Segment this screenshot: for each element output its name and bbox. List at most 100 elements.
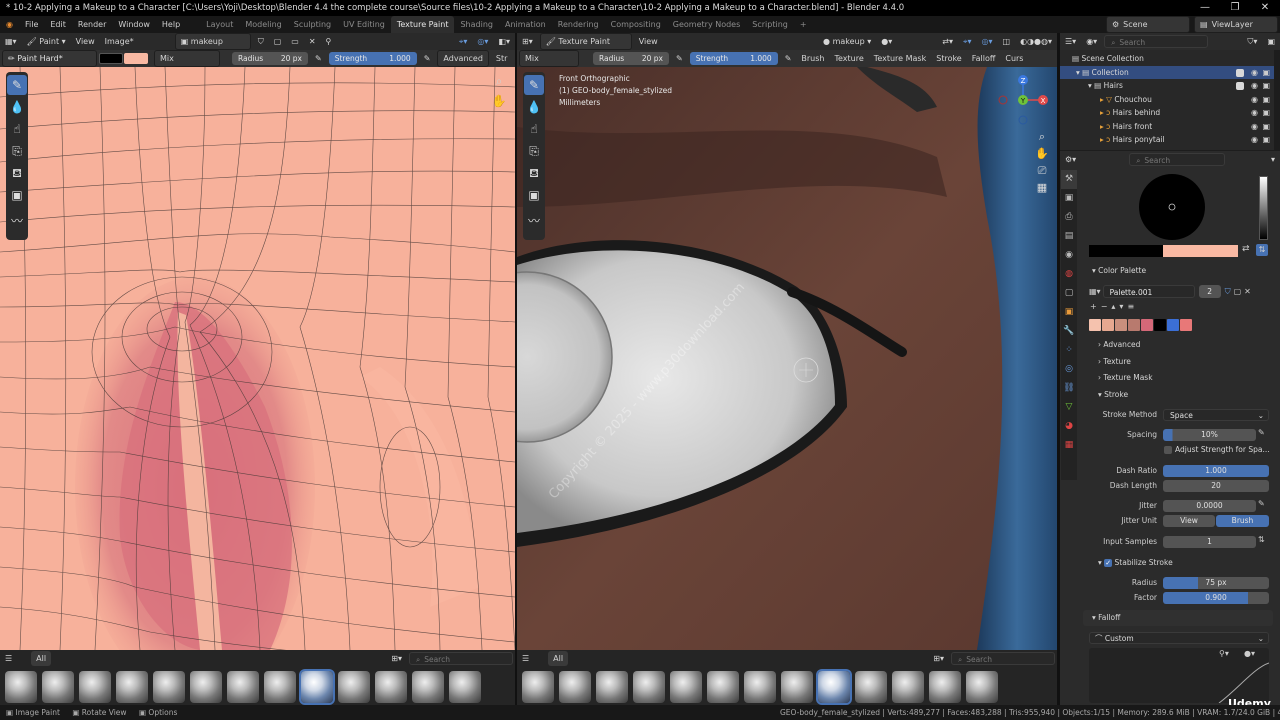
vp-brush-thumb-10[interactable]	[854, 671, 887, 703]
collection-tab-icon[interactable]: ▢	[1061, 284, 1077, 303]
vp-soften-tool-icon[interactable]: 💧	[524, 97, 544, 117]
visibility-eye-icon[interactable]: ◉	[1251, 120, 1258, 134]
properties-type-icon[interactable]: ⚙▾	[1060, 152, 1081, 167]
viewport-falloff-menu[interactable]: Falloff	[967, 51, 1001, 66]
stabilize-stroke-panel-header[interactable]: ▾ ✓ Stabilize Stroke	[1098, 556, 1173, 570]
pin-icon[interactable]: ⚲	[321, 34, 337, 49]
shading-modes-icon[interactable]: ◐◑●◍▾	[1015, 34, 1057, 49]
palette-swatch-8[interactable]	[1180, 319, 1192, 331]
input-samples-icon[interactable]: ⇅	[1258, 535, 1265, 544]
new-collection-icon[interactable]: ▣	[1262, 34, 1280, 49]
shelf-menu-icon[interactable]: ☰	[0, 651, 17, 666]
view-layer-tab-icon[interactable]: ▤	[1061, 227, 1077, 246]
workspace-tab-compositing[interactable]: Compositing	[605, 16, 667, 33]
disclosure-icon[interactable]: ▾ ▤	[1088, 81, 1104, 90]
display-channels-icon[interactable]: ◧▾	[493, 34, 515, 49]
stroke-method-dropdown[interactable]: Space ⌄	[1163, 409, 1269, 421]
open-image-icon[interactable]: ▭	[286, 34, 304, 49]
vp-brush-thumb-6[interactable]	[706, 671, 739, 703]
curve-handle-icon[interactable]: ●▾	[1244, 649, 1255, 658]
viewport-editor-type-icon[interactable]: ⊞▾	[517, 34, 538, 49]
scene-tab-icon[interactable]: ◉	[1061, 246, 1077, 265]
shelf-display-icon[interactable]: ⊞▾	[386, 651, 407, 666]
brush-selector[interactable]: ✏ Paint Hard*	[2, 50, 97, 67]
stabilize-radius-field[interactable]: 75 px	[1163, 577, 1269, 589]
vp-shelf-display-icon[interactable]: ⊞▾	[928, 651, 949, 666]
vp-smear-tool-icon[interactable]: ☝	[524, 119, 544, 139]
viewport-view-menu[interactable]: View	[634, 34, 663, 49]
stabilize-checkbox[interactable]: ✓	[1104, 559, 1113, 567]
viewport-texture-menu[interactable]: Texture	[830, 51, 869, 66]
stroke-dropdown[interactable]: Str	[491, 51, 513, 66]
viewport-strength-field[interactable]: Strength 1.000	[689, 52, 778, 65]
primary-color-swatch[interactable]	[99, 53, 123, 64]
brush-thumb-8[interactable]	[263, 671, 296, 703]
render-camera-icon[interactable]: ▣	[1262, 133, 1270, 147]
palette-swatch-3[interactable]	[1115, 319, 1127, 331]
render-camera-icon[interactable]: ▣	[1262, 79, 1270, 93]
advanced-dropdown[interactable]: Advanced	[437, 50, 489, 67]
jitter-unit-brush-button[interactable]: Brush	[1216, 515, 1269, 527]
vp-shelf-search[interactable]: ⌕ Search	[951, 652, 1055, 665]
palette-unlink-icon[interactable]: ✕	[1244, 287, 1251, 296]
data-tab-icon[interactable]: ▽	[1061, 398, 1077, 417]
falloff-panel-header[interactable]: ▾ Falloff	[1092, 611, 1120, 625]
palette-swatch-5[interactable]	[1141, 319, 1153, 331]
exclude-checkbox[interactable]	[1236, 82, 1244, 90]
visibility-eye-icon[interactable]: ◉	[1251, 106, 1258, 120]
workspace-tab-texture-paint[interactable]: Texture Paint	[390, 16, 455, 33]
view-layer-selector[interactable]: ▤ ViewLayer	[1194, 16, 1278, 33]
radius-pressure-icon[interactable]: ✎	[310, 51, 327, 66]
viewport-stroke-menu[interactable]: Stroke	[931, 51, 967, 66]
vp-brush-thumb-11[interactable]	[891, 671, 924, 703]
outliner-row-hairs[interactable]: ▾ ▤ Hairs ◉ ▣	[1060, 79, 1274, 93]
visibility-eye-icon[interactable]: ◉	[1251, 79, 1258, 93]
brush-thumb-2[interactable]	[41, 671, 74, 703]
render-camera-icon[interactable]: ▣	[1262, 106, 1270, 120]
outliner-row-hairs-behind[interactable]: ▸ ↄ Hairs behind ◉ ▣	[1060, 106, 1274, 120]
tool-tab-icon[interactable]: ⚒	[1061, 170, 1077, 189]
workspace-tab-layout[interactable]: Layout	[200, 16, 239, 33]
workspace-tab-modeling[interactable]: Modeling	[239, 16, 287, 33]
xray-toggle-icon[interactable]: ◫	[998, 34, 1016, 49]
new-image-icon[interactable]: ▢	[269, 34, 287, 49]
vp-brush-thumb-1[interactable]	[521, 671, 554, 703]
unlink-image-icon[interactable]: ✕	[304, 34, 321, 49]
clone-tool-icon[interactable]: ⎘	[7, 141, 27, 161]
add-workspace-button[interactable]: +	[794, 16, 813, 33]
texture-mask-panel-header[interactable]: › Texture Mask	[1098, 371, 1153, 385]
vp-fill-tool-icon[interactable]: ⛾	[524, 163, 544, 183]
brush-thumb-paint-hard[interactable]	[300, 671, 333, 703]
zoom-icon[interactable]: ⌕	[1033, 128, 1051, 145]
zoom-view-icon[interactable]: ⌕	[490, 74, 508, 89]
vp-brush-thumb-3[interactable]	[595, 671, 628, 703]
viewport-radius-field[interactable]: Radius 20 px	[593, 52, 669, 65]
dash-length-field[interactable]: 20	[1163, 480, 1269, 492]
workspace-tab-rendering[interactable]: Rendering	[552, 16, 605, 33]
properties-search[interactable]: ⌕ Search	[1129, 153, 1226, 166]
outliner-row-collection[interactable]: ▾ ▤ Collection ◉ ▣	[1060, 65, 1274, 79]
advanced-panel-header[interactable]: › Advanced	[1098, 338, 1140, 352]
input-samples-field[interactable]: 1	[1163, 536, 1256, 548]
palette-new-icon[interactable]: ▢	[1234, 287, 1242, 296]
image-view-menu[interactable]: View	[71, 34, 100, 49]
outliner-display-mode-icon[interactable]: ◉▾	[1081, 34, 1102, 49]
brush-thumb-13[interactable]	[448, 671, 481, 703]
image-menu[interactable]: Image*	[100, 34, 139, 49]
vp-brush-thumb-13[interactable]	[965, 671, 998, 703]
viewport-blend-dropdown[interactable]: Mix	[519, 50, 579, 67]
brush-thumb-7[interactable]	[226, 671, 259, 703]
curve-zoom-icon[interactable]: ⚲▾	[1219, 649, 1229, 658]
jitter-unit-view-button[interactable]: View	[1163, 515, 1215, 527]
image-selector[interactable]: ▣ makeup	[174, 33, 251, 50]
blender-logo-icon[interactable]: ◉	[0, 16, 19, 33]
sample-icon[interactable]: ⌖▾	[454, 34, 473, 49]
radius-field[interactable]: Radius 20 px	[232, 52, 308, 65]
adjust-strength-checkbox[interactable]	[1164, 446, 1172, 454]
render-camera-icon[interactable]: ▣	[1262, 120, 1270, 134]
exclude-checkbox[interactable]	[1236, 68, 1244, 77]
brush-thumb-6[interactable]	[189, 671, 222, 703]
pan-icon[interactable]: ✋	[1033, 145, 1051, 162]
falloff-preset-dropdown[interactable]: ⌒ Custom ⌄	[1089, 632, 1269, 644]
properties-options-icon[interactable]: ▾	[1266, 152, 1280, 167]
